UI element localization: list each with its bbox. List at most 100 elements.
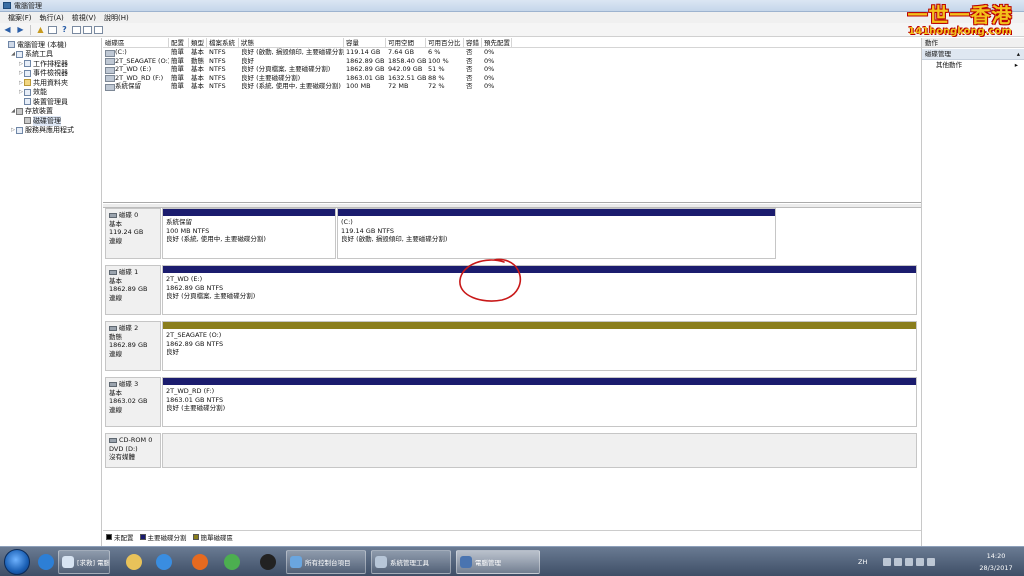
cell-file-system: NTFS (209, 48, 226, 56)
forward-arrow-icon[interactable]: ▶ (15, 25, 26, 35)
cell-capacity: 119.14 GB (346, 48, 381, 56)
volume-row[interactable]: 2T_WD_RD (F:) 簡單 基本 NTFS 良好 (主要磁碟分割) 1863.01 … (103, 74, 921, 83)
volume-rows: (C:) 簡單 基本 NTFS 良好 (啟動, 損毀傾印, 主要磁碟分割) 119.14 … (103, 48, 921, 91)
media-app-icon (260, 554, 276, 570)
taskbar-item[interactable]: 所有控制台項目 (286, 550, 366, 574)
column-header-type[interactable]: 類型 (189, 38, 207, 47)
cell-volume: 2T_SEAGATE (O:) (103, 57, 169, 66)
taskbar-item[interactable]: 電腦管理 (456, 550, 540, 574)
disk-type: 基本 (109, 388, 122, 397)
language-indicator[interactable]: ZH (858, 558, 867, 566)
back-arrow-icon[interactable]: ◀ (2, 25, 13, 35)
taskbar-item[interactable] (186, 550, 214, 574)
partition-title: 2T_WD_RD (F:) (166, 387, 215, 395)
tray-volume-icon[interactable] (916, 558, 925, 566)
up-folder-icon[interactable]: ▲ (35, 25, 46, 35)
volume-row[interactable]: 2T_SEAGATE (O:) 簡單 動態 NTFS 良好 1862.89 GB 1858.… (103, 57, 921, 66)
partition[interactable]: 2T_WD (E:) 1862.89 GB NTFS 良好 (分頁檔案, 主要磁碟分… (162, 265, 917, 315)
menu-action[interactable]: 執行(A) (36, 13, 68, 23)
start-button[interactable] (4, 549, 30, 575)
disk-name-label: 磁碟 0 (119, 211, 139, 219)
volume-row[interactable]: 2T_WD (E:) 簡單 基本 NTFS 良好 (分頁檔案, 主要磁碟分割) 1862.… (103, 65, 921, 74)
column-header-layout[interactable]: 配置 (169, 38, 189, 47)
clock[interactable]: 14:20 28/3/2017 (974, 550, 1018, 574)
partition-title: 系統保留 (166, 218, 192, 226)
tree-item[interactable]: ▷ 服務與應用程式 (0, 126, 101, 136)
tree-item[interactable]: ▷ 效能 (0, 88, 101, 98)
volume-row[interactable]: (C:) 簡單 基本 NTFS 良好 (啟動, 損毀傾印, 主要磁碟分割) 119.14 … (103, 48, 921, 57)
partition-title: (C:) (341, 218, 353, 226)
tray-app-icon[interactable] (883, 558, 892, 566)
partition[interactable]: 系統保留 100 MB NTFS 良好 (系統, 使用中, 主要磁碟分割) (162, 208, 336, 259)
tree-item[interactable]: ▷ 工作排程器 (0, 59, 101, 69)
cell-volume: 系統保留 (103, 82, 169, 91)
taskbar-item-label: 系統管理工具 (390, 559, 429, 567)
volume-list-header: 磁碟區 配置 類型 檔案系統 狀態 容量 可用空間 可用百分比 容錯 預先配置 (103, 38, 921, 48)
toolbar-separator (30, 24, 31, 35)
column-header-file-system[interactable]: 檔案系統 (207, 38, 239, 47)
menu-help[interactable]: 說明(H) (100, 13, 133, 23)
partition[interactable]: 2T_SEAGATE (O:) 1862.89 GB NTFS 良好 (162, 321, 917, 371)
tray-power-icon[interactable] (927, 558, 936, 566)
tree-item[interactable]: ▷ 事件檢視器 (0, 69, 101, 79)
show-hide-tree-icon[interactable] (48, 25, 57, 34)
column-header-free-space[interactable]: 可用空間 (386, 38, 426, 47)
tray-flag-icon[interactable] (894, 558, 903, 566)
column-header-volume[interactable]: 磁碟區 (103, 38, 169, 47)
taskbar-item[interactable]: [求救] 電腦問題電... (58, 550, 110, 574)
help-icon[interactable]: ? (59, 25, 70, 35)
taskbar-item[interactable] (34, 550, 58, 574)
disk-name: 磁碟 2 (109, 324, 157, 333)
volume-row[interactable]: 系統保留 簡單 基本 NTFS 良好 (系統, 使用中, 主要磁碟分割) 100 MB 72… (103, 82, 921, 91)
disk-info[interactable]: CD-ROM 0 DVD (D:) 沒有媒體 (105, 433, 161, 468)
disk-status: 連線 (109, 405, 122, 414)
properties-icon[interactable] (72, 25, 81, 34)
more-actions-item[interactable]: 其他動作 ▸ (922, 60, 1024, 70)
disk-name: CD-ROM 0 (109, 436, 157, 445)
disk-info[interactable]: 磁碟 2 動態 1862.89 GB 連線 (105, 321, 161, 371)
menu-view[interactable]: 檢視(V) (68, 13, 100, 23)
column-header-overhead[interactable]: 預先配置 (482, 38, 512, 47)
tree-item[interactable]: 電腦管理 (本機) (0, 40, 101, 50)
taskbar-item[interactable] (254, 550, 282, 574)
cell-status: 良好 (241, 56, 254, 65)
tree-item[interactable]: 裝置管理員 (0, 97, 101, 107)
disk-name-label: 磁碟 3 (119, 380, 139, 388)
actions-section-disk-management[interactable]: 磁碟管理 ▴ (922, 49, 1024, 60)
column-header-percent-free[interactable]: 可用百分比 (426, 38, 464, 47)
taskbar-item[interactable] (120, 550, 148, 574)
tree-item[interactable]: ◢ 存放裝置 (0, 107, 101, 117)
legend-label: 未配置 (114, 533, 134, 542)
show-console-icon[interactable] (83, 25, 92, 34)
tree-item[interactable]: ◢ 系統工具 (0, 50, 101, 60)
partition-text: 2T_SEAGATE (O:) 1862.89 GB NTFS 良好 (163, 329, 916, 359)
tree-item[interactable]: 磁碟管理 (0, 115, 101, 126)
disk-info[interactable]: 磁碟 3 基本 1863.02 GB 連線 (105, 377, 161, 427)
export-list-icon[interactable] (94, 25, 103, 34)
column-header-status[interactable]: 狀態 (239, 38, 344, 47)
tree-item[interactable]: ▷ 共用資料夾 (0, 78, 101, 88)
disk-info[interactable]: 磁碟 1 基本 1862.89 GB 連線 (105, 265, 161, 315)
partition[interactable]: 2T_WD_RD (F:) 1863.01 GB NTFS 良好 (主要磁碟分割) (162, 377, 917, 427)
taskbar-item[interactable] (218, 550, 246, 574)
cell-layout: 簡單 (171, 56, 184, 65)
menu-bar: 檔案(F) 執行(A) 檢視(V) 說明(H) (0, 12, 1024, 23)
empty-drive-area (162, 433, 917, 468)
taskbar-item-label: 所有控制台項目 (305, 559, 351, 567)
partition-status: 良好 (主要磁碟分割) (166, 404, 226, 412)
column-header-capacity[interactable]: 容量 (344, 38, 386, 47)
cell-type: 基本 (191, 65, 204, 73)
partition-bar (163, 378, 916, 385)
disk-info[interactable]: 磁碟 0 基本 119.24 GB 連線 (105, 208, 161, 259)
taskbar-item[interactable] (150, 550, 178, 574)
taskbar-item[interactable]: 系統管理工具 (371, 550, 451, 574)
cell-status: 良好 (啟動, 損毀傾印, 主要磁碟分割) (241, 48, 344, 56)
disk-icon (109, 325, 117, 331)
column-header-fault-tolerance[interactable]: 容錯 (464, 38, 482, 47)
tray-network-icon[interactable] (905, 558, 914, 566)
cell-fault-tolerance: 否 (466, 73, 473, 82)
partition[interactable]: (C:) 119.14 GB NTFS 良好 (啟動, 損毀傾印, 主要磁碟分割) (337, 208, 776, 259)
explorer-folder-icon (126, 554, 142, 570)
collapse-arrow-icon[interactable]: ▴ (1017, 49, 1020, 59)
menu-file[interactable]: 檔案(F) (4, 13, 36, 23)
